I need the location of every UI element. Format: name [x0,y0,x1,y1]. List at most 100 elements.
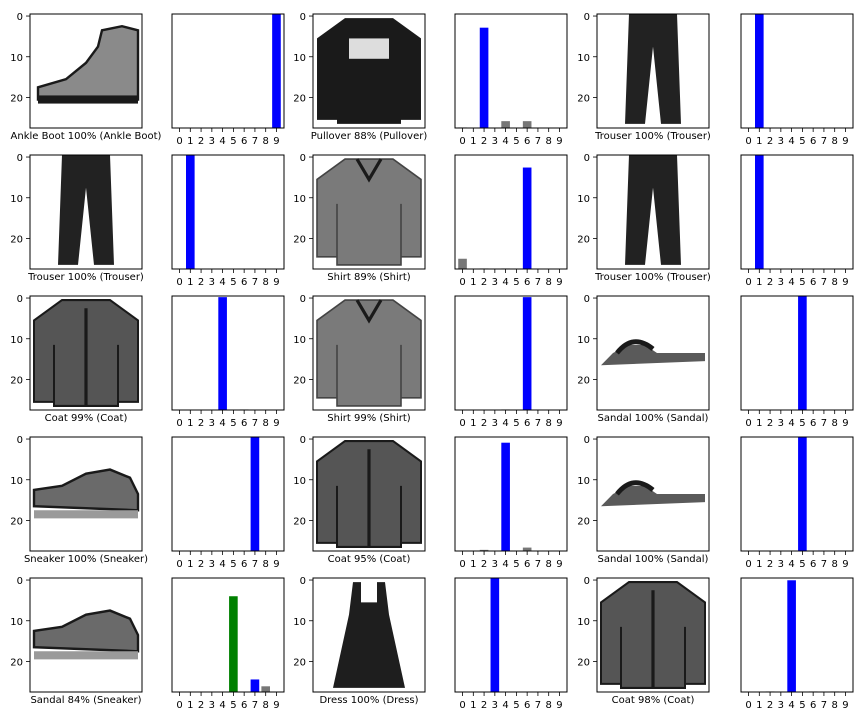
probability-bar-chart: 0123456789 [454,13,568,147]
x-tick-label: 4 [502,277,508,288]
x-tick-label: 3 [778,559,784,570]
x-tick-label: 2 [198,136,204,147]
image-panel: 0 10 20 Trouser 100% (Trouser) [577,153,711,283]
y-tick-label: 10 [10,617,23,628]
x-tick-label: 6 [524,418,530,429]
prediction-label: Shirt 89% (Shirt) [327,272,410,283]
x-tick-label: 5 [513,559,519,570]
prediction-label: Dress 100% (Dress) [319,695,418,706]
x-tick-label: 2 [767,277,773,288]
x-tick-label: 1 [756,700,762,711]
x-tick-label: 3 [209,700,215,711]
x-tick-label: 0 [745,700,751,711]
x-tick-label: 0 [745,277,751,288]
image-panel: 0 10 20 Shirt 89% (Shirt) [293,153,426,283]
x-tick-label: 6 [810,418,816,429]
y-tick-label: 0 [17,435,23,446]
probability-bar-chart: 0123456789 [171,577,285,711]
image-panel: 0 10 20 Pullover 88% (Pullover) [293,12,427,142]
x-tick-label: 4 [219,418,225,429]
x-tick-label: 7 [252,559,258,570]
probability-bar [218,297,227,410]
x-tick-label: 4 [788,277,794,288]
y-tick-label: 10 [10,53,23,64]
probability-bar [272,14,281,128]
prediction-label: Trouser 100% (Trouser) [27,272,144,283]
x-tick-label: 7 [535,136,541,147]
x-tick-label: 1 [470,418,476,429]
x-tick-label: 0 [176,700,182,711]
coat-image [600,581,706,689]
image-panel: 0 10 20 Trouser 100% (Trouser) [577,12,711,142]
x-tick-label: 6 [524,277,530,288]
x-tick-label: 0 [176,418,182,429]
x-tick-label: 7 [252,418,258,429]
pullover-image [317,18,421,124]
y-tick-label: 20 [293,234,306,245]
probability-bar-chart: 0123456789 [454,436,568,570]
probability-bar [229,596,238,692]
x-tick-label: 7 [535,559,541,570]
x-tick-label: 9 [273,559,279,570]
x-tick-label: 2 [198,559,204,570]
image-panel: 0 10 20 Sandal 100% (Sandal) [577,294,710,424]
x-tick-label: 4 [502,136,508,147]
x-tick-label: 5 [230,418,236,429]
x-tick-label: 1 [756,136,762,147]
x-tick-label: 0 [176,559,182,570]
prediction-grid-figure: 01020Ankle Boot 100% (Ankle Boot) 0 1 2 3 4 5 6… [10,12,854,711]
y-tick-label: 20 [10,375,23,386]
y-tick-label: 0 [17,12,23,23]
x-tick-label: 7 [535,418,541,429]
x-tick-label: 3 [778,700,784,711]
x-tick-label: 9 [842,136,848,147]
image-panel: 0 10 20 Shirt 99% (Shirt) [293,294,426,424]
y-tick-label: 0 [17,294,23,305]
y-tick-label: 20 [293,516,306,527]
x-tick-label: 4 [502,700,508,711]
x-tick-label: 1 [187,559,193,570]
x-tick-label: 0 [745,418,751,429]
prediction-label: Trouser 100% (Trouser) [594,131,711,142]
x-tick-label: 7 [535,277,541,288]
x-tick-label: 8 [546,277,552,288]
x-tick-label: 9 [842,418,848,429]
probability-bar [755,14,764,128]
image-panel: 0 10 20 Coat 98% (Coat) [577,576,710,706]
x-tick-label: 7 [821,277,827,288]
coat-image [316,440,422,548]
x-tick-label: 4 [502,418,508,429]
x-tick-label: 3 [209,559,215,570]
y-tick-label: 10 [577,335,590,346]
x-tick-label: 8 [832,136,838,147]
x-tick-label: 2 [481,700,487,711]
x-tick-label: 9 [842,277,848,288]
y-tick-label: 0 [584,153,590,164]
prediction-label: Trouser 100% (Trouser) [594,272,711,283]
x-tick-label: 8 [546,136,552,147]
probability-bar [787,580,796,692]
x-tick-label: 5 [799,559,805,570]
x-tick-label: 8 [263,418,269,429]
probability-bar [479,27,489,128]
x-tick-label: 7 [535,700,541,711]
image-panel: 0 10 20 Coat 99% (Coat) [10,294,143,424]
y-tick-label: 0 [17,576,23,587]
x-tick-label: 5 [513,277,519,288]
prediction-label: Sandal 100% (Sandal) [598,554,709,565]
probability-bar-chart: 0123456789 [740,154,854,288]
x-tick-label: 8 [263,700,269,711]
prediction-label: Pullover 88% (Pullover) [311,131,428,142]
x-tick-label: 4 [788,700,794,711]
x-tick-label: 9 [556,136,562,147]
prediction-label: Sandal 84% (Sneaker) [30,695,141,706]
image-panel: 0 10 20 Dress 100% (Dress) [293,576,426,706]
probability-bar [522,167,532,269]
x-tick-label: 9 [273,700,279,711]
x-tick-label: 0 [745,559,751,570]
x-tick-label: 3 [492,277,498,288]
x-tick-label: 7 [821,559,827,570]
x-tick-label: 2 [767,136,773,147]
prediction-label: Sandal 100% (Sandal) [598,413,709,424]
x-tick-label: 6 [810,277,816,288]
